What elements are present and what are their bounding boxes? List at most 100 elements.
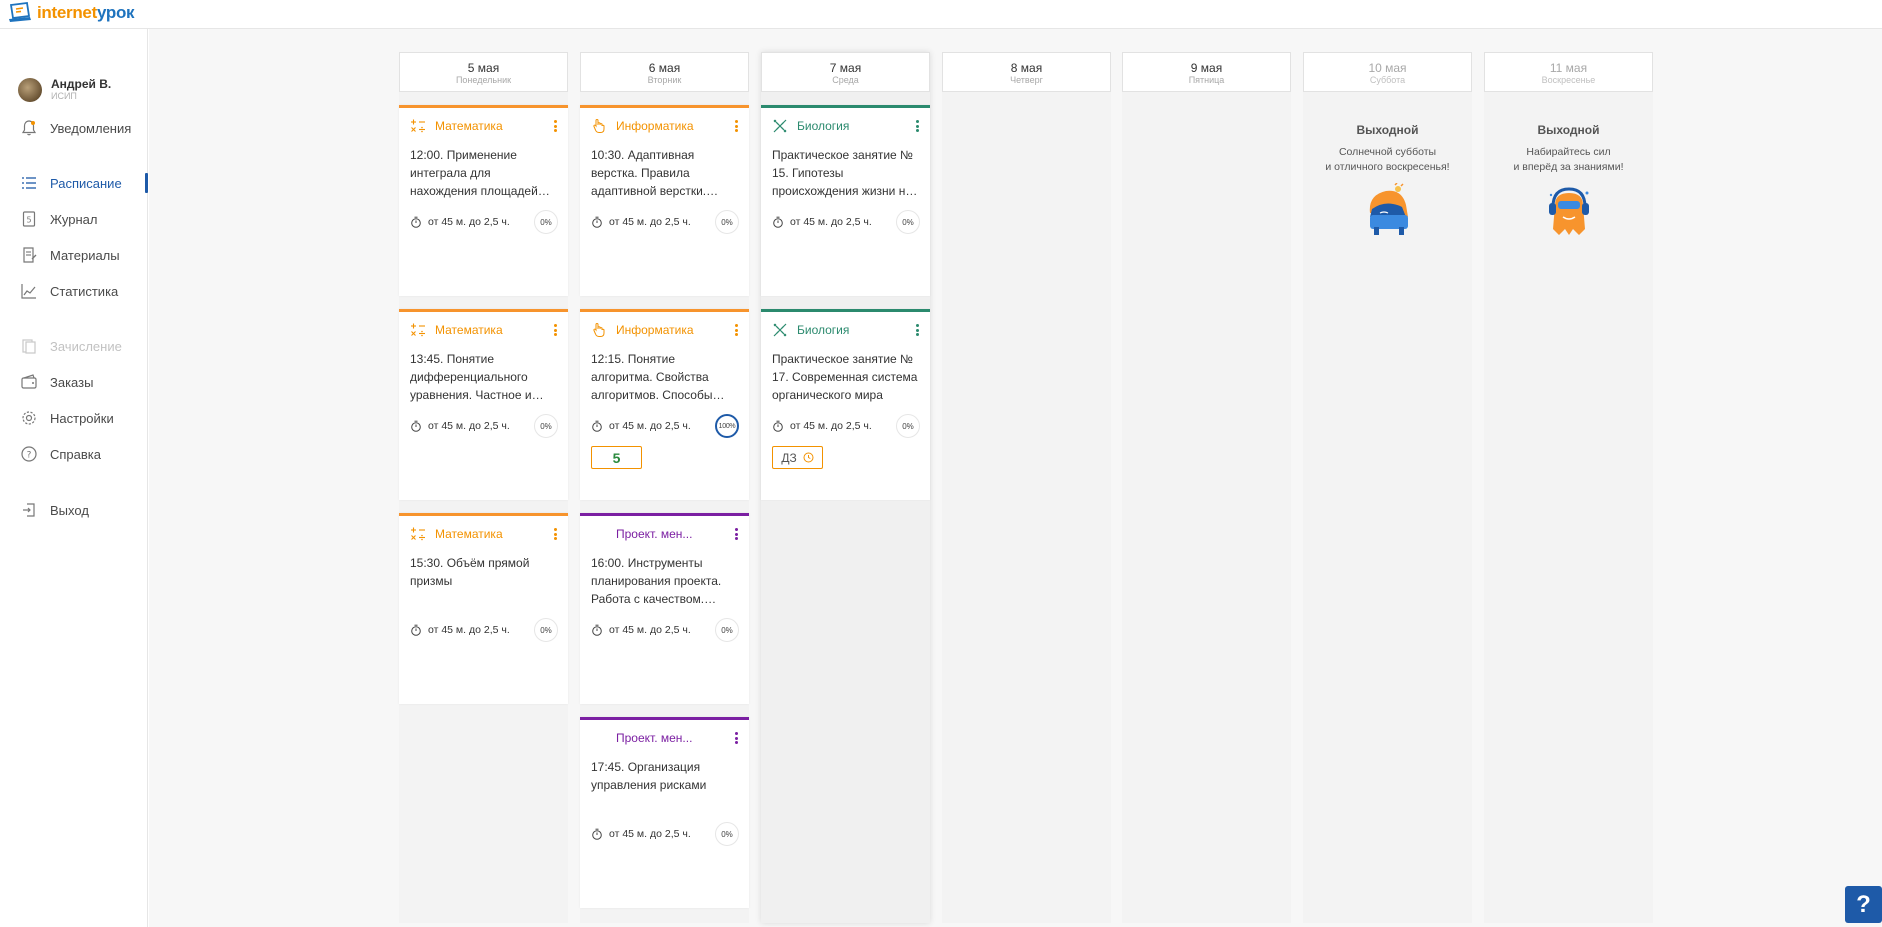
subject-name: Математика — [435, 323, 503, 337]
progress-indicator: 0% — [715, 822, 739, 846]
lesson-title: 16:00. Инструменты планирования проекта.… — [591, 556, 722, 606]
more-menu-icon[interactable] — [912, 118, 922, 134]
stopwatch-icon — [411, 624, 421, 636]
day-weekday: Четверг — [1010, 75, 1043, 85]
more-menu-icon[interactable] — [912, 322, 922, 338]
avatar — [18, 77, 42, 102]
nav-notifications[interactable]: Уведомления — [20, 118, 148, 138]
day-off-message: Выходной Солнечной субботы и отличного в… — [1303, 122, 1472, 242]
nav-help-label: Справка — [50, 446, 101, 462]
day-header: 7 мая Среда — [761, 52, 930, 92]
list-icon — [22, 177, 36, 189]
user-name: Андрей В. — [51, 77, 112, 91]
subject-name: Биология — [797, 119, 850, 133]
day-column-monday: 5 мая Понедельник Математика 12:00. Прим… — [399, 52, 568, 923]
nav-stats[interactable]: Статистика — [20, 281, 148, 301]
subject-name: Проект. мен... — [616, 731, 693, 745]
lesson-title: 10:30. Адаптивная верстка. Правила адапт… — [591, 148, 707, 198]
nav-help[interactable]: ? Справка — [20, 444, 148, 464]
homework-label: ДЗ — [781, 450, 797, 465]
day-date: 7 мая — [829, 61, 862, 75]
nav-settings[interactable]: Настройки — [20, 408, 148, 428]
progress-indicator: 0% — [896, 210, 920, 234]
day-weekday: Суббота — [1369, 75, 1406, 85]
day-off-text: Набирайтесь сил и вперёд за знаниями! — [1513, 146, 1624, 173]
nav-materials-label: Материалы — [50, 247, 120, 263]
logout-icon — [23, 503, 35, 517]
lesson-title: 13:45. Понятие дифференциального уравнен… — [410, 352, 532, 402]
stopwatch-icon — [773, 216, 783, 228]
nav-orders[interactable]: Заказы — [20, 372, 148, 392]
lesson-card[interactable]: Информатика 10:30. Адаптивная верстка. П… — [580, 105, 749, 296]
dna-icon — [773, 119, 787, 133]
user-profile[interactable]: Андрей В. ИСИП — [18, 77, 111, 102]
question-icon: ? — [21, 446, 37, 462]
more-menu-icon[interactable] — [731, 322, 741, 338]
day-column-friday: 9 мая Пятница — [1122, 52, 1291, 923]
top-bar: internetурок — [0, 0, 1882, 29]
more-menu-icon[interactable] — [550, 322, 560, 338]
day-column-tuesday: 6 мая Вторник Информатика 10:30. Адаптив… — [580, 52, 749, 923]
lesson-card[interactable]: Биология Практическое занятие № 17. Совр… — [761, 309, 930, 500]
subject-name: Информатика — [616, 323, 694, 337]
logo[interactable]: internetурок — [8, 1, 135, 25]
stopwatch-icon — [592, 420, 602, 432]
lesson-card[interactable]: Информатика 12:15. Понятие алгоритма. Св… — [580, 309, 749, 500]
lesson-card[interactable]: Проект. мен... 17:45. Организация управл… — [580, 717, 749, 908]
day-date: 6 мая — [648, 61, 681, 75]
clock-icon — [803, 452, 814, 463]
lesson-card[interactable]: Проект. мен... 16:00. Инструменты планир… — [580, 513, 749, 704]
more-menu-icon[interactable] — [731, 730, 741, 746]
lesson-duration: от 45 м. до 2,5 ч. — [428, 216, 510, 228]
day-date: 5 мая — [467, 61, 500, 75]
nav-enrollment: Зачисление — [20, 336, 148, 356]
dna-icon — [773, 323, 787, 337]
lesson-card[interactable]: Математика 12:00. Применение интеграла д… — [399, 105, 568, 296]
nav-journal[interactable]: 5 Журнал — [20, 209, 148, 229]
day-column-sunday: 11 мая Воскресенье Выходной Набирайтесь … — [1484, 52, 1653, 923]
day-weekday: Вторник — [647, 75, 682, 85]
math-icon — [411, 119, 425, 133]
gear-icon — [22, 411, 36, 425]
mouse-click-icon — [593, 322, 605, 337]
subject-name: Математика — [435, 527, 503, 541]
lesson-title: 15:30. Объём прямой призмы — [410, 556, 530, 588]
lesson-duration: от 45 м. до 2,5 ч. — [428, 420, 510, 432]
subject-name: Проект. мен... — [616, 527, 693, 541]
lesson-duration: от 45 м. до 2,5 ч. — [609, 216, 691, 228]
lesson-title: 12:00. Применение интеграла для нахожден… — [410, 148, 538, 198]
lesson-card[interactable]: Математика 13:45. Понятие дифференциальн… — [399, 309, 568, 500]
more-menu-icon[interactable] — [731, 526, 741, 542]
day-date: 8 мая — [1010, 61, 1043, 75]
svg-text:?: ? — [27, 451, 32, 461]
wallet-icon — [21, 374, 37, 389]
homework-badge[interactable]: ДЗ — [772, 446, 823, 469]
nav-schedule[interactable]: Расписание — [20, 173, 148, 193]
stopwatch-icon — [592, 216, 602, 228]
mouse-click-icon — [593, 118, 605, 133]
day-column-wednesday: 7 мая Среда Биология Практическое заняти… — [761, 52, 930, 923]
bell-icon — [21, 120, 37, 136]
subject-name: Биология — [797, 323, 850, 337]
lesson-card[interactable]: Биология Практическое занятие № 15. Гипо… — [761, 105, 930, 296]
more-menu-icon[interactable] — [550, 118, 560, 134]
lesson-duration: от 45 м. до 2,5 ч. — [428, 624, 510, 636]
grade-badge[interactable]: 5 — [591, 446, 642, 469]
day-date: 10 мая — [1368, 61, 1407, 75]
progress-indicator: 100% — [715, 414, 739, 438]
nav-logout-label: Выход — [50, 502, 89, 518]
nav-logout[interactable]: Выход — [20, 500, 148, 520]
more-menu-icon[interactable] — [731, 118, 741, 134]
nav-materials[interactable]: Материалы — [20, 245, 148, 265]
progress-indicator: 0% — [534, 210, 558, 234]
project-icon — [591, 730, 607, 746]
day-header: 8 мая Четверг — [942, 52, 1111, 92]
nav-settings-label: Настройки — [50, 410, 114, 426]
day-header: 5 мая Понедельник — [399, 52, 568, 92]
user-group: ИСИП — [51, 91, 77, 101]
more-menu-icon[interactable] — [550, 526, 560, 542]
lesson-card[interactable]: Математика 15:30. Объём прямой призмы от… — [399, 513, 568, 704]
sleeping-mascot-illustration — [1369, 182, 1408, 235]
help-chat-button[interactable]: ? — [1845, 886, 1882, 923]
sidebar: Андрей В. ИСИП Уведомления Расписание 5 … — [0, 29, 148, 927]
